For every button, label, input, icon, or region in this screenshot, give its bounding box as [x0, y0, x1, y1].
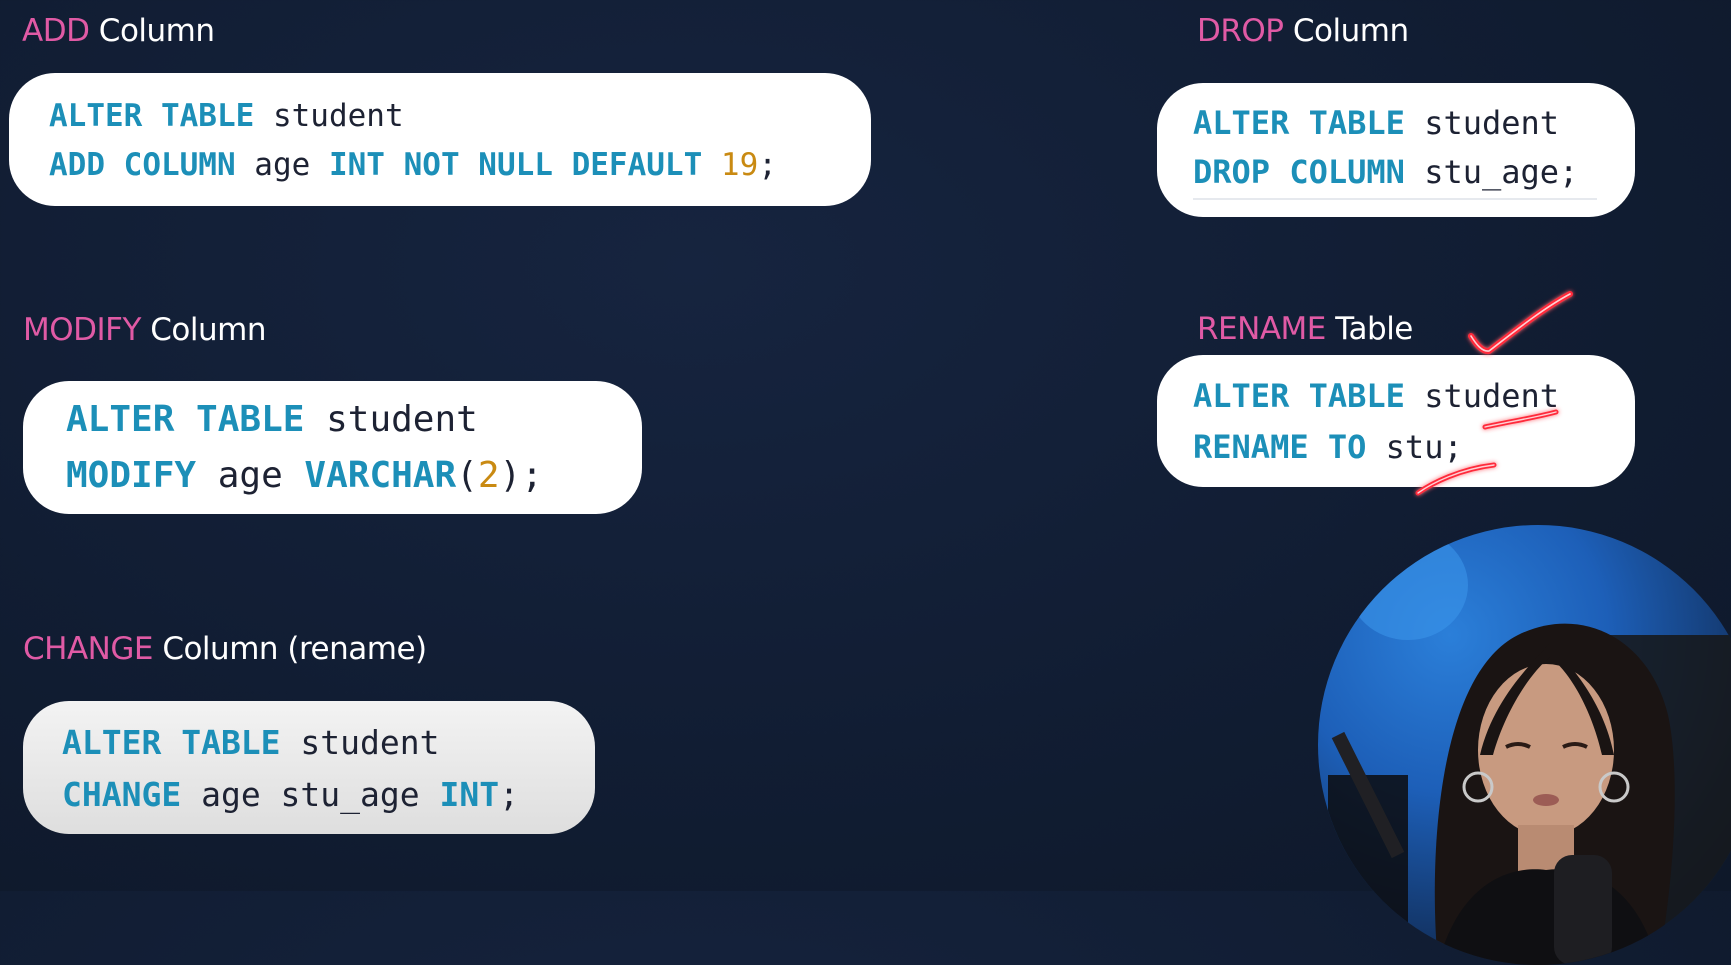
sql-number: 2	[477, 455, 500, 496]
code-line: ALTER TABLE student	[49, 101, 404, 132]
modify-column-heading: MODIFY Column	[23, 312, 267, 348]
code-line: CHANGE age stu_age INT;	[62, 778, 519, 811]
sql-keyword: INT NOT NULL DEFAULT	[328, 147, 703, 183]
sql-text: student	[1404, 104, 1560, 142]
sql-keyword: ALTER TABLE	[1193, 104, 1405, 142]
code-line: ADD COLUMN age INT NOT NULL DEFAULT 19;	[49, 150, 777, 181]
divider	[1193, 198, 1597, 200]
change-column-heading-text: Column (rename)	[152, 631, 427, 667]
change-column-heading: CHANGE Column (rename)	[23, 634, 427, 665]
sql-text: ;	[499, 775, 519, 814]
sql-text: age	[235, 147, 329, 183]
checkmark-icon	[1468, 291, 1573, 355]
code-line: RENAME TO stu;	[1193, 431, 1463, 463]
add-column-code-block: ALTER TABLE student ADD COLUMN age INT N…	[9, 73, 871, 206]
presenter-webcam-graphic	[1328, 530, 1731, 965]
sql-text: student	[304, 399, 478, 440]
change-column-code-block: ALTER TABLE student CHANGE age stu_age I…	[23, 701, 595, 834]
sql-keyword: INT	[439, 775, 500, 814]
presenter-webcam	[1318, 525, 1731, 965]
sql-keyword: ALTER TABLE	[66, 399, 305, 440]
sql-keyword: ALTER TABLE	[49, 98, 255, 134]
sql-text: student	[254, 98, 404, 134]
drop-column-heading: DROP Column	[1197, 16, 1409, 47]
modify-column-code-block: ALTER TABLE student MODIFY age VARCHAR(2…	[23, 381, 642, 514]
sql-keyword: VARCHAR	[304, 455, 457, 496]
sql-text: student	[1404, 377, 1560, 415]
add-column-heading-keyword: ADD	[22, 13, 90, 49]
rename-table-heading-text: Table	[1325, 311, 1413, 347]
sql-keyword: MODIFY	[66, 455, 197, 496]
modify-column-heading-text: Column	[140, 312, 267, 348]
sql-text: student	[280, 723, 440, 762]
rename-table-heading-keyword: RENAME	[1197, 311, 1326, 347]
sql-keyword: ADD COLUMN	[49, 147, 236, 183]
sql-text: stu;	[1366, 428, 1463, 466]
sql-text: age	[196, 455, 305, 496]
code-line: MODIFY age VARCHAR(2);	[66, 458, 543, 494]
add-column-heading: ADD Column	[22, 16, 215, 47]
sql-keyword: CHANGE	[62, 775, 182, 814]
sql-number: 19	[720, 147, 759, 183]
checkmark-icon-highlight	[1470, 293, 1571, 352]
sql-text: ;	[758, 147, 777, 183]
sql-text: stu_age;	[1404, 153, 1579, 191]
code-line: ALTER TABLE student	[1193, 380, 1559, 412]
sql-keyword: RENAME TO	[1193, 428, 1367, 466]
drop-column-code-block: ALTER TABLE student DROP COLUMN stu_age;	[1157, 83, 1635, 217]
code-line: ALTER TABLE student	[62, 726, 440, 759]
sql-keyword: ALTER TABLE	[1193, 377, 1405, 415]
drop-column-heading-keyword: DROP	[1197, 13, 1284, 49]
sql-text: age stu_age	[181, 775, 440, 814]
rename-table-heading: RENAME Table	[1197, 314, 1413, 345]
sql-text: );	[499, 455, 543, 496]
code-line: DROP COLUMN stu_age;	[1193, 156, 1578, 188]
rename-table-code-block: ALTER TABLE student RENAME TO stu;	[1157, 355, 1635, 487]
sql-keyword: ALTER TABLE	[62, 723, 281, 762]
change-column-heading-keyword: CHANGE	[23, 631, 153, 667]
slide: ADD Column ALTER TABLE student ADD COLUM…	[0, 0, 1731, 965]
drop-column-heading-text: Column	[1283, 13, 1409, 49]
code-line: ALTER TABLE student	[1193, 107, 1559, 139]
sql-keyword: DROP COLUMN	[1193, 153, 1405, 191]
sql-text: (	[456, 455, 478, 496]
add-column-heading-text: Column	[89, 13, 215, 49]
code-line: ALTER TABLE student	[66, 402, 478, 438]
modify-column-heading-keyword: MODIFY	[23, 312, 141, 348]
